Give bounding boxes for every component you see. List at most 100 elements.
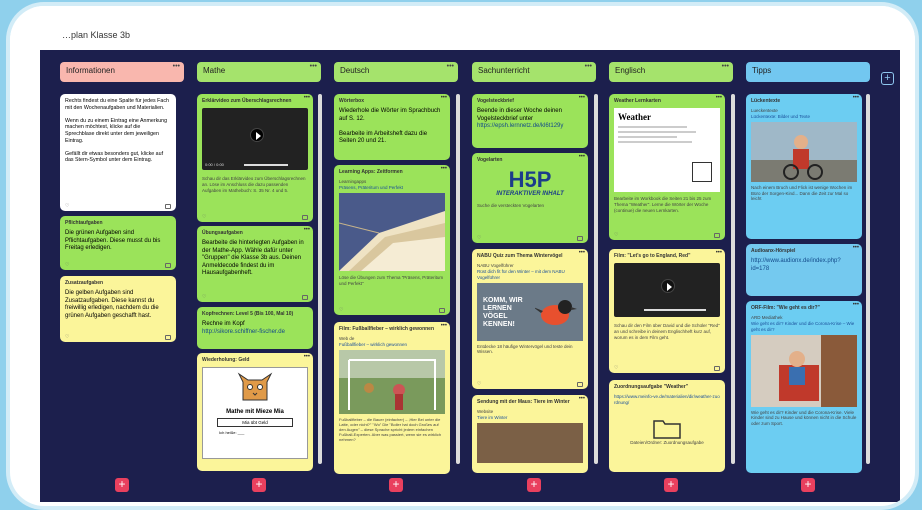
child-photo bbox=[751, 121, 857, 182]
add-card-button[interactable]: + bbox=[664, 478, 678, 492]
column-title: Tipps bbox=[752, 66, 772, 75]
card-link[interactable]: Präsens, Präteritum und Perfekt bbox=[339, 185, 445, 191]
video-progress[interactable] bbox=[244, 164, 288, 166]
card-deutsch-learningapps[interactable]: ••• Learning Apps: Zeitformen Learningap… bbox=[334, 165, 450, 315]
heart-icon[interactable]: ♡ bbox=[65, 262, 69, 268]
card-link[interactable]: http://sikore.schiffner-fischer.de bbox=[202, 329, 308, 335]
scrollbar[interactable] bbox=[456, 94, 460, 464]
card-body: Nach einem Bruch und Flick ist wenige Wo… bbox=[751, 184, 853, 202]
comment-icon[interactable] bbox=[165, 263, 171, 268]
comment-icon[interactable] bbox=[714, 366, 720, 371]
ellipsis-icon[interactable]: ••• bbox=[579, 95, 585, 101]
play-icon[interactable] bbox=[250, 128, 264, 142]
card-engl-lernkarten[interactable]: ••• Weather Lernkarten Weather Bearbeite… bbox=[609, 94, 725, 240]
card-tipps-lueckentexte[interactable]: ••• Lückentexte Lueckentexte Lückentexte… bbox=[746, 94, 862, 239]
card-info-zusatz[interactable]: Zusatzaufgaben Die gelben Aufgaben sind … bbox=[60, 276, 176, 342]
heart-icon[interactable]: ♡ bbox=[614, 232, 618, 238]
card-deutsch-film[interactable]: ••• Film: Fußballfieber – wirklich gewon… bbox=[334, 322, 450, 474]
comment-icon[interactable] bbox=[165, 335, 171, 340]
ellipsis-icon[interactable]: ••• bbox=[441, 166, 447, 172]
video-player[interactable]: 0:00 / 0:00 bbox=[202, 108, 308, 170]
ellipsis-icon[interactable]: ••• bbox=[716, 250, 722, 256]
ellipsis-icon[interactable]: ••• bbox=[441, 323, 447, 329]
card-link[interactable]: Wie geht es dir? Kinder und die Corona-K… bbox=[751, 321, 857, 333]
add-card-button[interactable]: + bbox=[389, 478, 403, 492]
column-header[interactable]: Deutsch ••• bbox=[334, 62, 458, 82]
card-sach-nabu[interactable]: ••• NABU Quiz zum Thema Wintervögel NABU… bbox=[472, 249, 588, 389]
comment-icon[interactable] bbox=[577, 236, 583, 241]
ellipsis-icon[interactable]: ••• bbox=[853, 245, 859, 251]
ellipsis-icon[interactable]: ••• bbox=[304, 227, 310, 233]
ellipsis-icon[interactable]: ••• bbox=[304, 354, 310, 360]
card-sach-vogelarten[interactable]: ••• Vogelarten H5P INTERAKTIVER INHALT S… bbox=[472, 153, 588, 243]
scrollbar[interactable] bbox=[318, 94, 322, 464]
comment-icon[interactable] bbox=[439, 308, 445, 313]
scrollbar[interactable] bbox=[594, 94, 598, 464]
card-link[interactable]: Rüst dich fit für den Winter – mit dem N… bbox=[477, 269, 583, 281]
column-header[interactable]: Sachunterricht ••• bbox=[472, 62, 596, 82]
heart-icon[interactable]: ♡ bbox=[202, 214, 206, 220]
card-sach-steckbrief[interactable]: ••• Vogelsteckbrief Beende in dieser Woc… bbox=[472, 94, 588, 148]
video-progress[interactable] bbox=[644, 309, 706, 311]
heart-icon[interactable]: ♡ bbox=[65, 203, 69, 209]
ellipsis-icon[interactable]: ••• bbox=[304, 95, 310, 101]
card-mathe-kopfrechnen[interactable]: Kopfrechnen: Level 5 (Bis 100, Mal 10) R… bbox=[197, 307, 313, 349]
card-deutsch-woerter[interactable]: ••• Wörterbox Wiederhole die Wörter im S… bbox=[334, 94, 450, 160]
heart-icon[interactable]: ♡ bbox=[477, 235, 481, 241]
ellipsis-icon[interactable]: ••• bbox=[447, 63, 454, 70]
board-title: …plan Klasse 3b bbox=[62, 30, 131, 40]
card-link[interactable]: https://epsh.lernnetz.de/kl6t129y bbox=[477, 123, 583, 131]
ellipsis-icon[interactable]: ••• bbox=[716, 95, 722, 101]
ellipsis-icon[interactable]: ••• bbox=[853, 95, 859, 101]
ellipsis-icon[interactable]: ••• bbox=[722, 63, 729, 70]
comment-icon[interactable] bbox=[302, 215, 308, 220]
ellipsis-icon[interactable]: ••• bbox=[310, 63, 317, 70]
heart-icon[interactable]: ♡ bbox=[202, 294, 206, 300]
card-tipps-film[interactable]: ••• ORF-Film: "Wie geht es dir?" ARD Med… bbox=[746, 301, 862, 473]
card-sach-maus[interactable]: ••• Sendung mit der Maus: Tiere im Winte… bbox=[472, 395, 588, 473]
card-tipps-hoerspiel[interactable]: ••• Audioanx-Hörspiel http://www.audionx… bbox=[746, 244, 862, 296]
add-column-button[interactable]: + bbox=[881, 72, 894, 85]
ellipsis-icon[interactable]: ••• bbox=[441, 95, 447, 101]
add-card-button[interactable]: + bbox=[115, 478, 129, 492]
ellipsis-icon[interactable]: ••• bbox=[579, 250, 585, 256]
play-icon[interactable] bbox=[661, 279, 675, 293]
card-link[interactable]: Tiere im Winter bbox=[477, 415, 583, 421]
ellipsis-icon[interactable]: ••• bbox=[585, 63, 592, 70]
comment-icon[interactable] bbox=[165, 204, 171, 209]
ellipsis-icon[interactable]: ••• bbox=[579, 154, 585, 160]
card-info-pflicht[interactable]: Pflichtaufgaben Die grünen Aufgaben sind… bbox=[60, 216, 176, 270]
card-link[interactable]: http://www.audionx.de/index.php?id=178 bbox=[751, 258, 857, 273]
heart-icon[interactable]: ♡ bbox=[339, 307, 343, 313]
add-card-button[interactable]: + bbox=[252, 478, 266, 492]
comment-icon[interactable] bbox=[714, 233, 720, 238]
card-mathe-geld[interactable]: ••• Wiederholung: Geld Mathe mit Mieze M… bbox=[197, 353, 313, 471]
heart-icon[interactable]: ♡ bbox=[614, 365, 618, 371]
heart-icon[interactable]: ♡ bbox=[65, 334, 69, 340]
ellipsis-icon[interactable]: ••• bbox=[579, 396, 585, 402]
column-header[interactable]: Informationen ••• bbox=[60, 62, 184, 82]
column-header[interactable]: Tipps bbox=[746, 62, 870, 82]
video-player[interactable] bbox=[614, 263, 720, 317]
heart-icon[interactable]: ♡ bbox=[477, 381, 481, 387]
scrollbar[interactable] bbox=[866, 94, 870, 464]
card-mathe-video[interactable]: ••• Erklärvideo zum Überschlagsrechnen 0… bbox=[197, 94, 313, 222]
comment-icon[interactable] bbox=[302, 295, 308, 300]
ellipsis-icon[interactable]: ••• bbox=[173, 63, 180, 70]
scrollbar[interactable] bbox=[731, 94, 735, 464]
add-card-button[interactable]: + bbox=[527, 478, 541, 492]
card-link[interactable]: Fußballfieber – wirklich gewonnen bbox=[339, 342, 445, 348]
card-mathe-uebung[interactable]: ••• Übungsaufgaben Bearbeite die hinterl… bbox=[197, 226, 313, 302]
card-engl-film[interactable]: ••• Film: "Let's go to England, Red" Sch… bbox=[609, 249, 725, 373]
card-engl-zuordnung[interactable]: Zuordnungsaufgabe "Weather" https://www.… bbox=[609, 380, 725, 472]
card-link[interactable]: Lückentexte: Bilder und Texte bbox=[751, 114, 857, 120]
column-title: Mathe bbox=[203, 66, 226, 75]
add-card-button[interactable]: + bbox=[801, 478, 815, 492]
card-info-intro[interactable]: Rechts findest du eine Spalte für jedes … bbox=[60, 94, 176, 211]
cube-icon bbox=[692, 162, 712, 182]
column-header[interactable]: Englisch ••• bbox=[609, 62, 733, 82]
card-link[interactable]: https://www.meinfo-ve.de/materialien/dir… bbox=[614, 394, 720, 406]
column-header[interactable]: Mathe ••• bbox=[197, 62, 321, 82]
comment-icon[interactable] bbox=[577, 382, 583, 387]
ellipsis-icon[interactable]: ••• bbox=[853, 302, 859, 308]
